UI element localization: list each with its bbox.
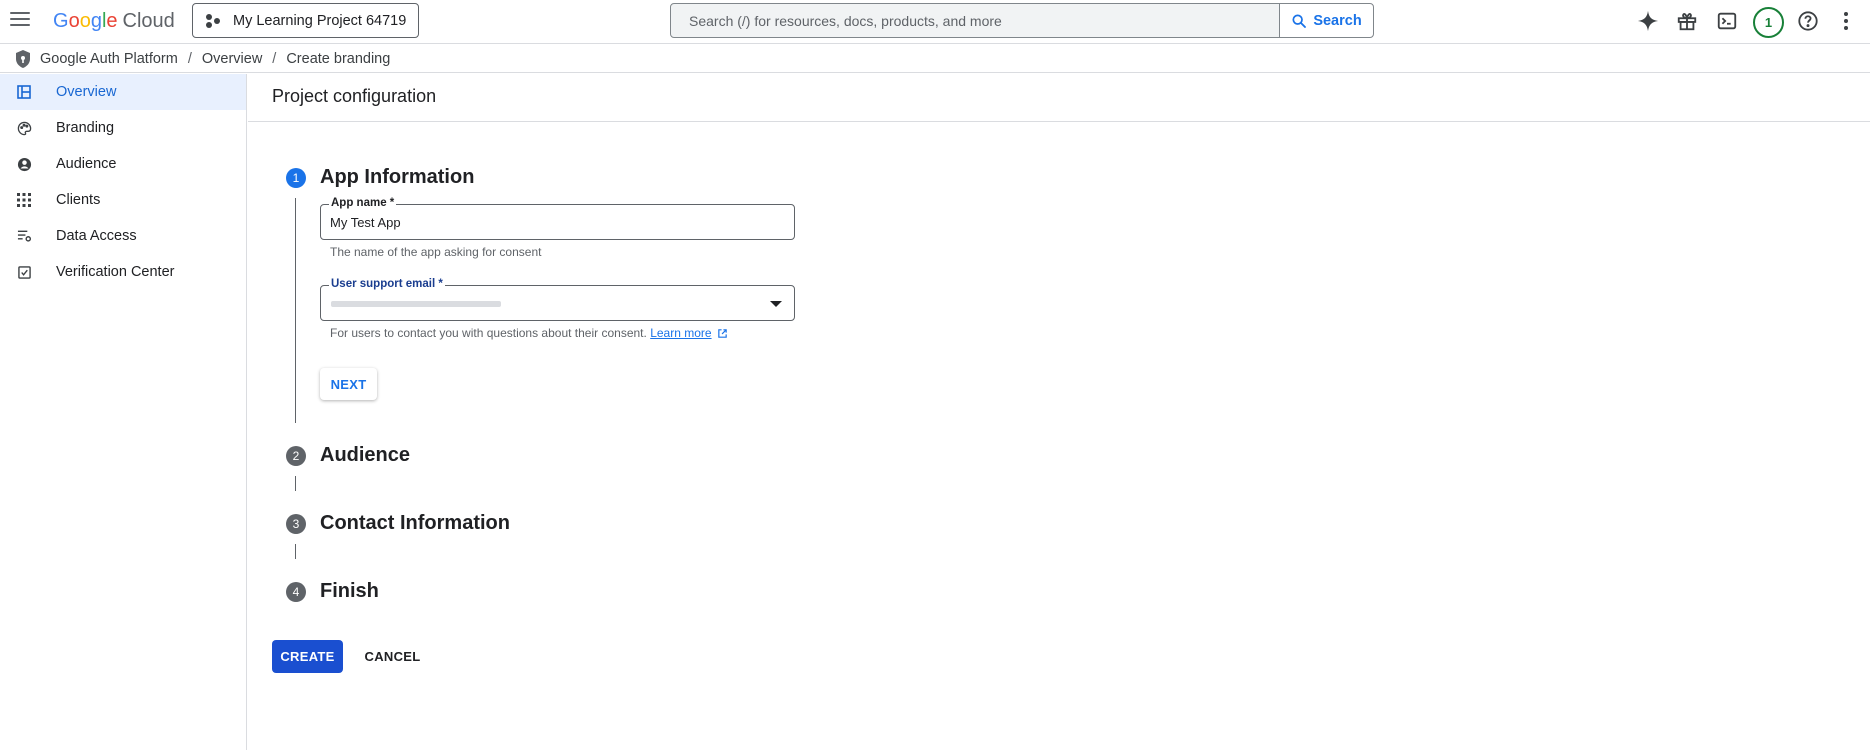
breadcrumb-google-auth-platform[interactable]: Google Auth Platform [40, 51, 178, 67]
breadcrumb-separator: / [272, 50, 277, 67]
cancel-button[interactable]: CANCEL [360, 640, 425, 673]
breadcrumb-separator: / [187, 50, 192, 67]
learn-more-link[interactable]: Learn more [650, 326, 711, 340]
breadcrumb-create-branding: Create branding [286, 50, 391, 67]
user-support-email-helper: For users to contact you with questions … [330, 326, 728, 340]
create-button[interactable]: CREATE [272, 640, 343, 673]
next-button[interactable]: NEXT [320, 368, 377, 400]
notifications-badge[interactable]: 1 [1753, 7, 1784, 38]
gift-icon[interactable] [1675, 9, 1699, 33]
sidebar-item-label: Audience [56, 156, 117, 172]
gemini-sparkle-icon[interactable] [1636, 9, 1660, 33]
redacted-email-value [331, 301, 501, 307]
app-name-label: App name * [329, 197, 397, 209]
main-menu-icon[interactable] [10, 12, 30, 28]
sidebar-item-label: Verification Center [56, 264, 175, 280]
step-1-title[interactable]: App Information [320, 166, 474, 189]
sidebar-item-audience[interactable]: Audience [0, 146, 246, 182]
palette-icon [16, 120, 32, 136]
step-4-indicator: 4 [286, 582, 306, 602]
step-connector [295, 544, 296, 559]
top-app-bar: Google Cloud My Learning Project 64719 Se… [0, 0, 1870, 44]
step-3-indicator: 3 [286, 514, 306, 534]
help-icon[interactable] [1796, 9, 1820, 33]
breadcrumb-overview[interactable]: Overview [202, 51, 262, 67]
list-settings-icon [16, 228, 32, 244]
sidebar-item-verification-center[interactable]: Verification Center [0, 254, 246, 290]
external-link-icon [718, 329, 727, 338]
sidebar-item-label: Branding [56, 120, 115, 136]
search-icon [1292, 13, 1307, 28]
apps-grid-icon [16, 192, 32, 208]
step-connector [295, 476, 296, 491]
step-connector [295, 198, 296, 423]
sidebar-item-overview[interactable]: Overview [0, 74, 246, 110]
app-name-field[interactable]: App name * My Test App [320, 197, 795, 240]
sidebar-item-branding[interactable]: Branding [0, 110, 246, 146]
sidebar-item-label: Clients [56, 192, 101, 208]
more-vert-icon[interactable] [1834, 9, 1858, 33]
step-1-indicator: 1 [286, 168, 306, 188]
account-circle-icon [16, 156, 32, 172]
app-name-value: My Test App [330, 215, 401, 230]
step-4-title[interactable]: Finish [320, 580, 379, 603]
app-name-helper: The name of the app asking for consent [330, 245, 542, 259]
user-support-email-label: User support email * [329, 278, 445, 290]
step-3-title[interactable]: Contact Information [320, 512, 510, 535]
user-support-email-select[interactable]: User support email * [320, 278, 795, 321]
search-placeholder: Search (/) for resources, docs, products… [689, 12, 1002, 29]
sidebar-item-label: Data Access [56, 228, 137, 244]
project-icon [205, 13, 221, 29]
sidebar-item-data-access[interactable]: Data Access [0, 218, 246, 254]
project-picker-button[interactable]: My Learning Project 64719 [192, 3, 419, 38]
checkbox-icon [16, 264, 32, 280]
step-2-indicator: 2 [286, 446, 306, 466]
breadcrumb: Google Auth Platform / Overview / Create… [0, 45, 1870, 73]
dropdown-arrow-icon [770, 301, 782, 307]
auth-shield-icon [16, 49, 30, 68]
page-title: Project configuration [272, 86, 437, 106]
search-input[interactable]: Search (/) for resources, docs, products… [670, 3, 1280, 38]
project-name: My Learning Project 64719 [233, 12, 407, 29]
step-2-title[interactable]: Audience [320, 444, 410, 467]
dashboard-icon [16, 84, 32, 100]
title-divider [248, 121, 1870, 122]
search-button[interactable]: Search [1279, 3, 1374, 38]
sidebar-item-clients[interactable]: Clients [0, 182, 246, 218]
sidebar-nav: Overview Branding Audience Clients Data … [0, 74, 247, 750]
cloud-shell-terminal-icon[interactable] [1715, 9, 1739, 33]
sidebar-item-label: Overview [56, 84, 117, 100]
google-cloud-logo[interactable]: Google Cloud [53, 10, 175, 33]
